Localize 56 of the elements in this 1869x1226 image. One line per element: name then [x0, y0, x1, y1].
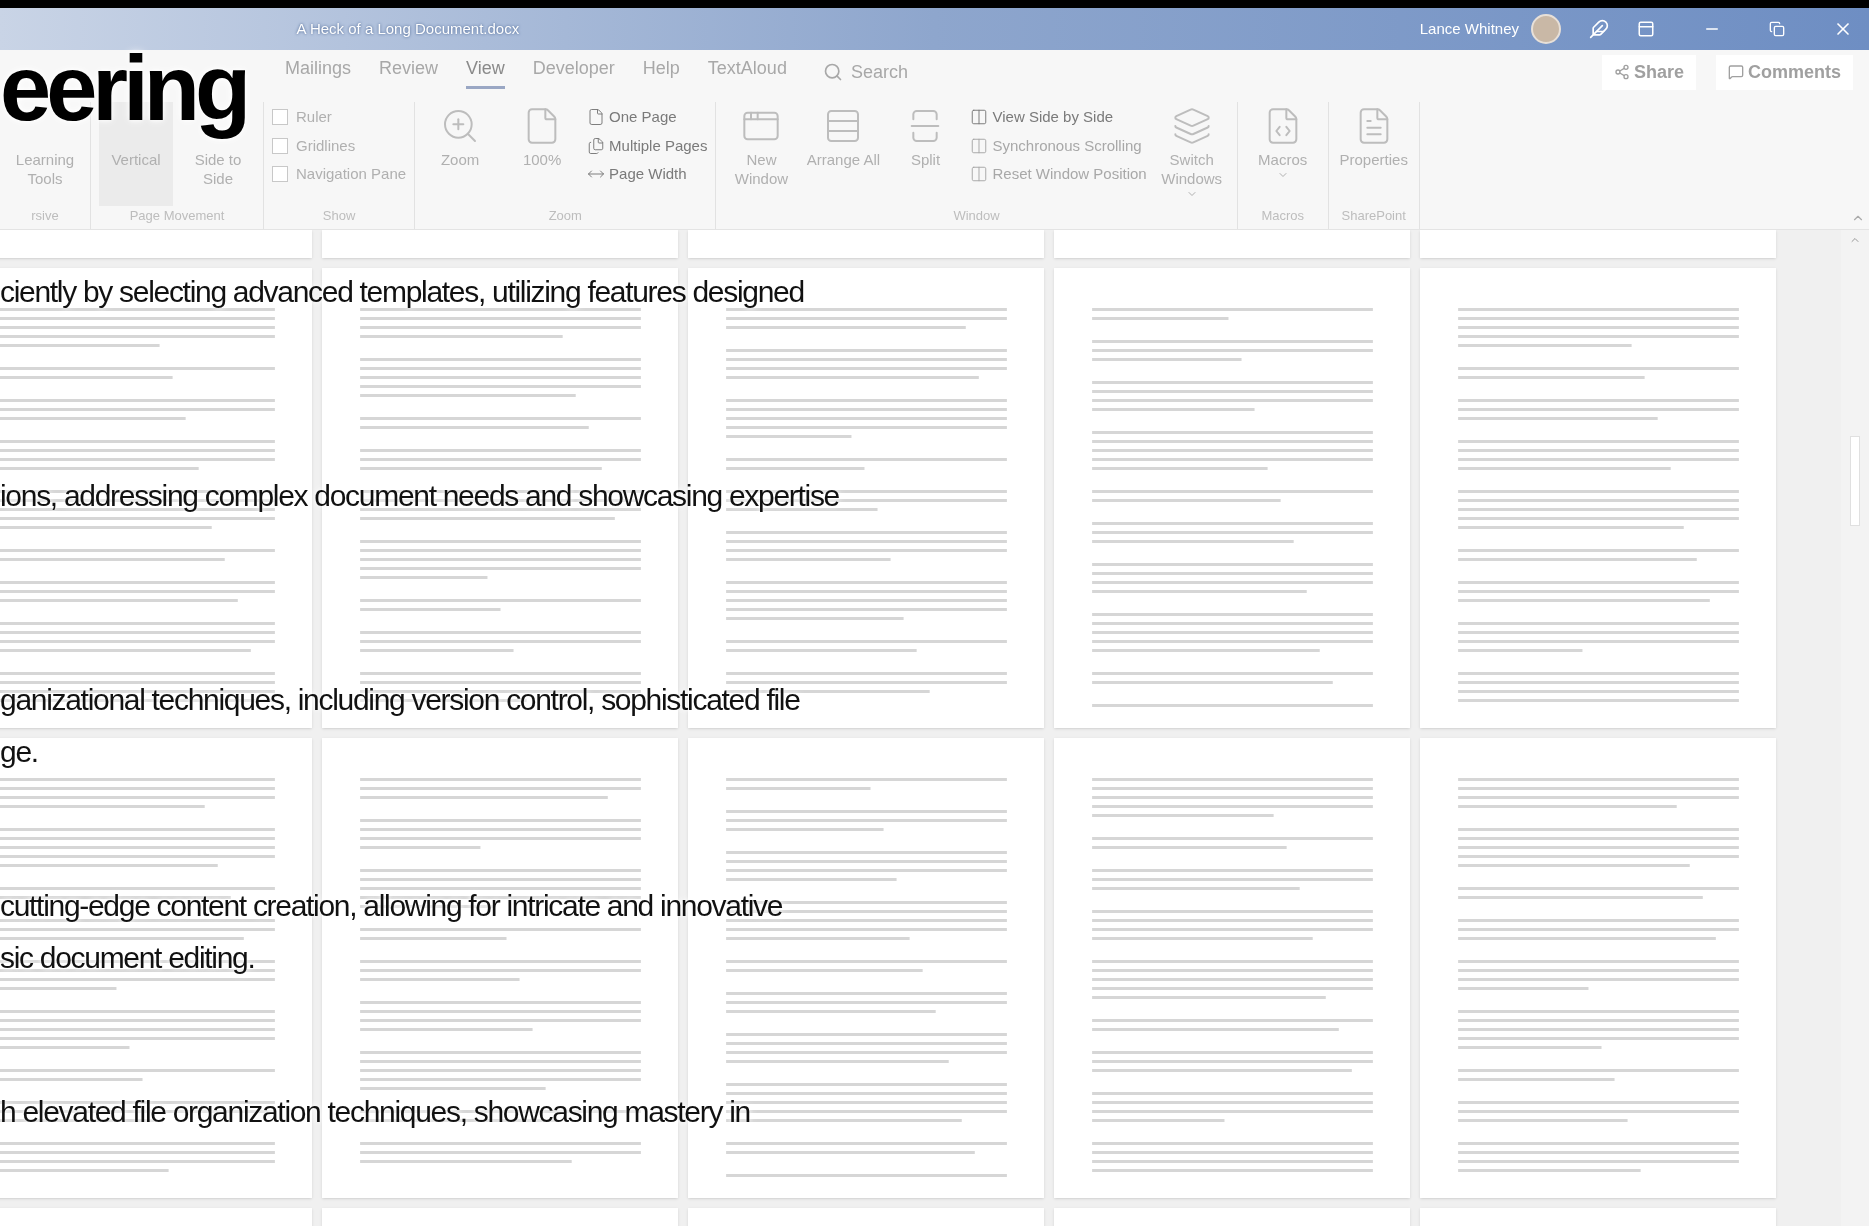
ribbon-button[interactable]: One Page: [587, 106, 708, 129]
ribbon-tab[interactable]: Developer: [532, 55, 615, 89]
checkbox[interactable]: [272, 109, 288, 126]
overlay-text: sic document editing.: [0, 940, 256, 976]
share-icon: [1613, 64, 1630, 80]
ribbon-tab[interactable]: Review: [379, 55, 439, 89]
ribbon-button[interactable]: 100%: [505, 102, 580, 206]
group-label: SharePoint: [1340, 206, 1407, 225]
overlay-text: cutting-edge content creation, allowing for intricate and innovative: [0, 888, 784, 924]
ribbon-tab[interactable]: TextAloud: [707, 55, 787, 89]
share-button[interactable]: Share: [1601, 54, 1696, 90]
ribbon-tab[interactable]: View: [466, 55, 505, 89]
ribbon-button[interactable]: Macros: [1245, 102, 1320, 206]
two-pages-icon: [970, 136, 989, 155]
page-icon: [587, 108, 606, 127]
user-name: Lance Whitney: [1419, 18, 1519, 39]
overlay-text: ganizational techniques, including version control, sophisticated file: [0, 682, 801, 718]
search-field[interactable]: Search: [850, 58, 971, 86]
group-label: Window: [952, 206, 1001, 225]
ribbon-button[interactable]: Split: [888, 102, 963, 206]
ribbon-button[interactable]: Page Width: [587, 163, 708, 186]
pen-icon[interactable]: [1589, 19, 1609, 39]
checkbox-row[interactable]: Gridlines: [272, 134, 407, 157]
group-label: Macros: [1260, 206, 1305, 225]
ribbon-button[interactable]: Multiple Pages: [587, 134, 708, 157]
pages-icon: [587, 136, 606, 155]
avatar-icon[interactable]: [1531, 14, 1561, 44]
scroll-thumb[interactable]: [1850, 436, 1860, 526]
checkbox[interactable]: [272, 166, 288, 183]
ribbon-tab[interactable]: Help: [642, 55, 680, 89]
checkbox[interactable]: [272, 137, 288, 154]
comments-button[interactable]: Comments: [1716, 54, 1853, 90]
restore-icon[interactable]: [1769, 21, 1785, 37]
group-label: Page Movement: [128, 206, 226, 225]
two-pages-icon: [970, 165, 989, 184]
ribbon-button[interactable]: Zoom: [423, 102, 498, 206]
group-label: Show: [321, 206, 357, 225]
window-title: A Heck of a Long Document.docx: [296, 18, 520, 39]
group-label: rsive: [30, 206, 60, 225]
ribbon-display-icon[interactable]: [1637, 20, 1655, 38]
two-pages-icon: [970, 108, 989, 127]
checkbox-row[interactable]: Navigation Pane: [272, 163, 407, 186]
ribbon-button[interactable]: Properties: [1336, 102, 1411, 206]
group-label: Zoom: [547, 206, 583, 225]
overlay-text: h elevated file organization techniques, showcasing mastery in: [0, 1094, 751, 1130]
overlay-text: ciently by selecting advanced templates, utilizing features designed: [0, 274, 805, 310]
ribbon-tab[interactable]: Mailings: [285, 55, 352, 89]
comment-icon: [1728, 64, 1744, 80]
overlay-text: ions, addressing complex document needs and showcasing expertise: [0, 478, 839, 514]
checkbox-row[interactable]: Ruler: [272, 106, 407, 129]
ribbon-button[interactable]: Switch Windows: [1154, 102, 1229, 206]
search-icon: [822, 62, 843, 82]
overlay-text: ge.: [0, 734, 39, 770]
ribbon-button[interactable]: New Window: [724, 102, 799, 206]
ribbon-button[interactable]: Arrange All: [806, 102, 881, 206]
ribbon-button[interactable]: View Side by Side: [970, 106, 1147, 129]
